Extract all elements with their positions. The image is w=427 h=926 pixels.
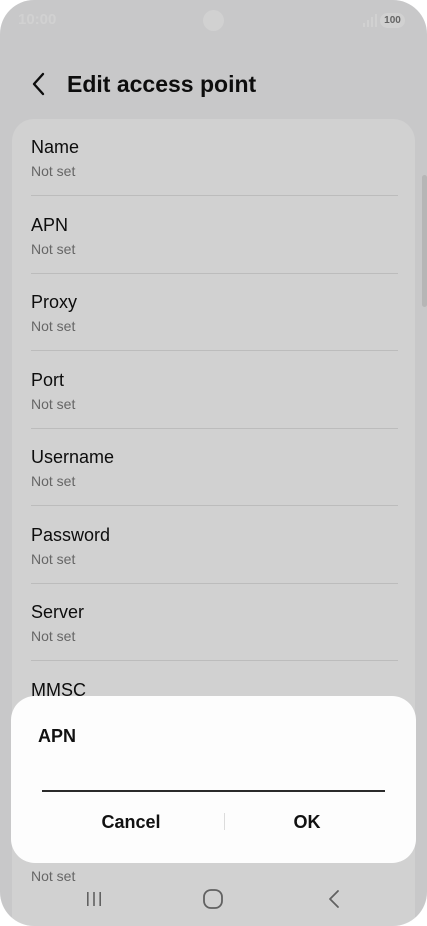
phone-screen: 10:00 100 Edit access point Name Not set…: [0, 0, 427, 926]
apn-dialog: APN Cancel OK: [11, 696, 416, 863]
cancel-button[interactable]: Cancel: [46, 804, 216, 840]
ok-button[interactable]: OK: [222, 804, 392, 840]
dialog-title: APN: [38, 726, 77, 746]
apn-input[interactable]: [42, 758, 385, 792]
